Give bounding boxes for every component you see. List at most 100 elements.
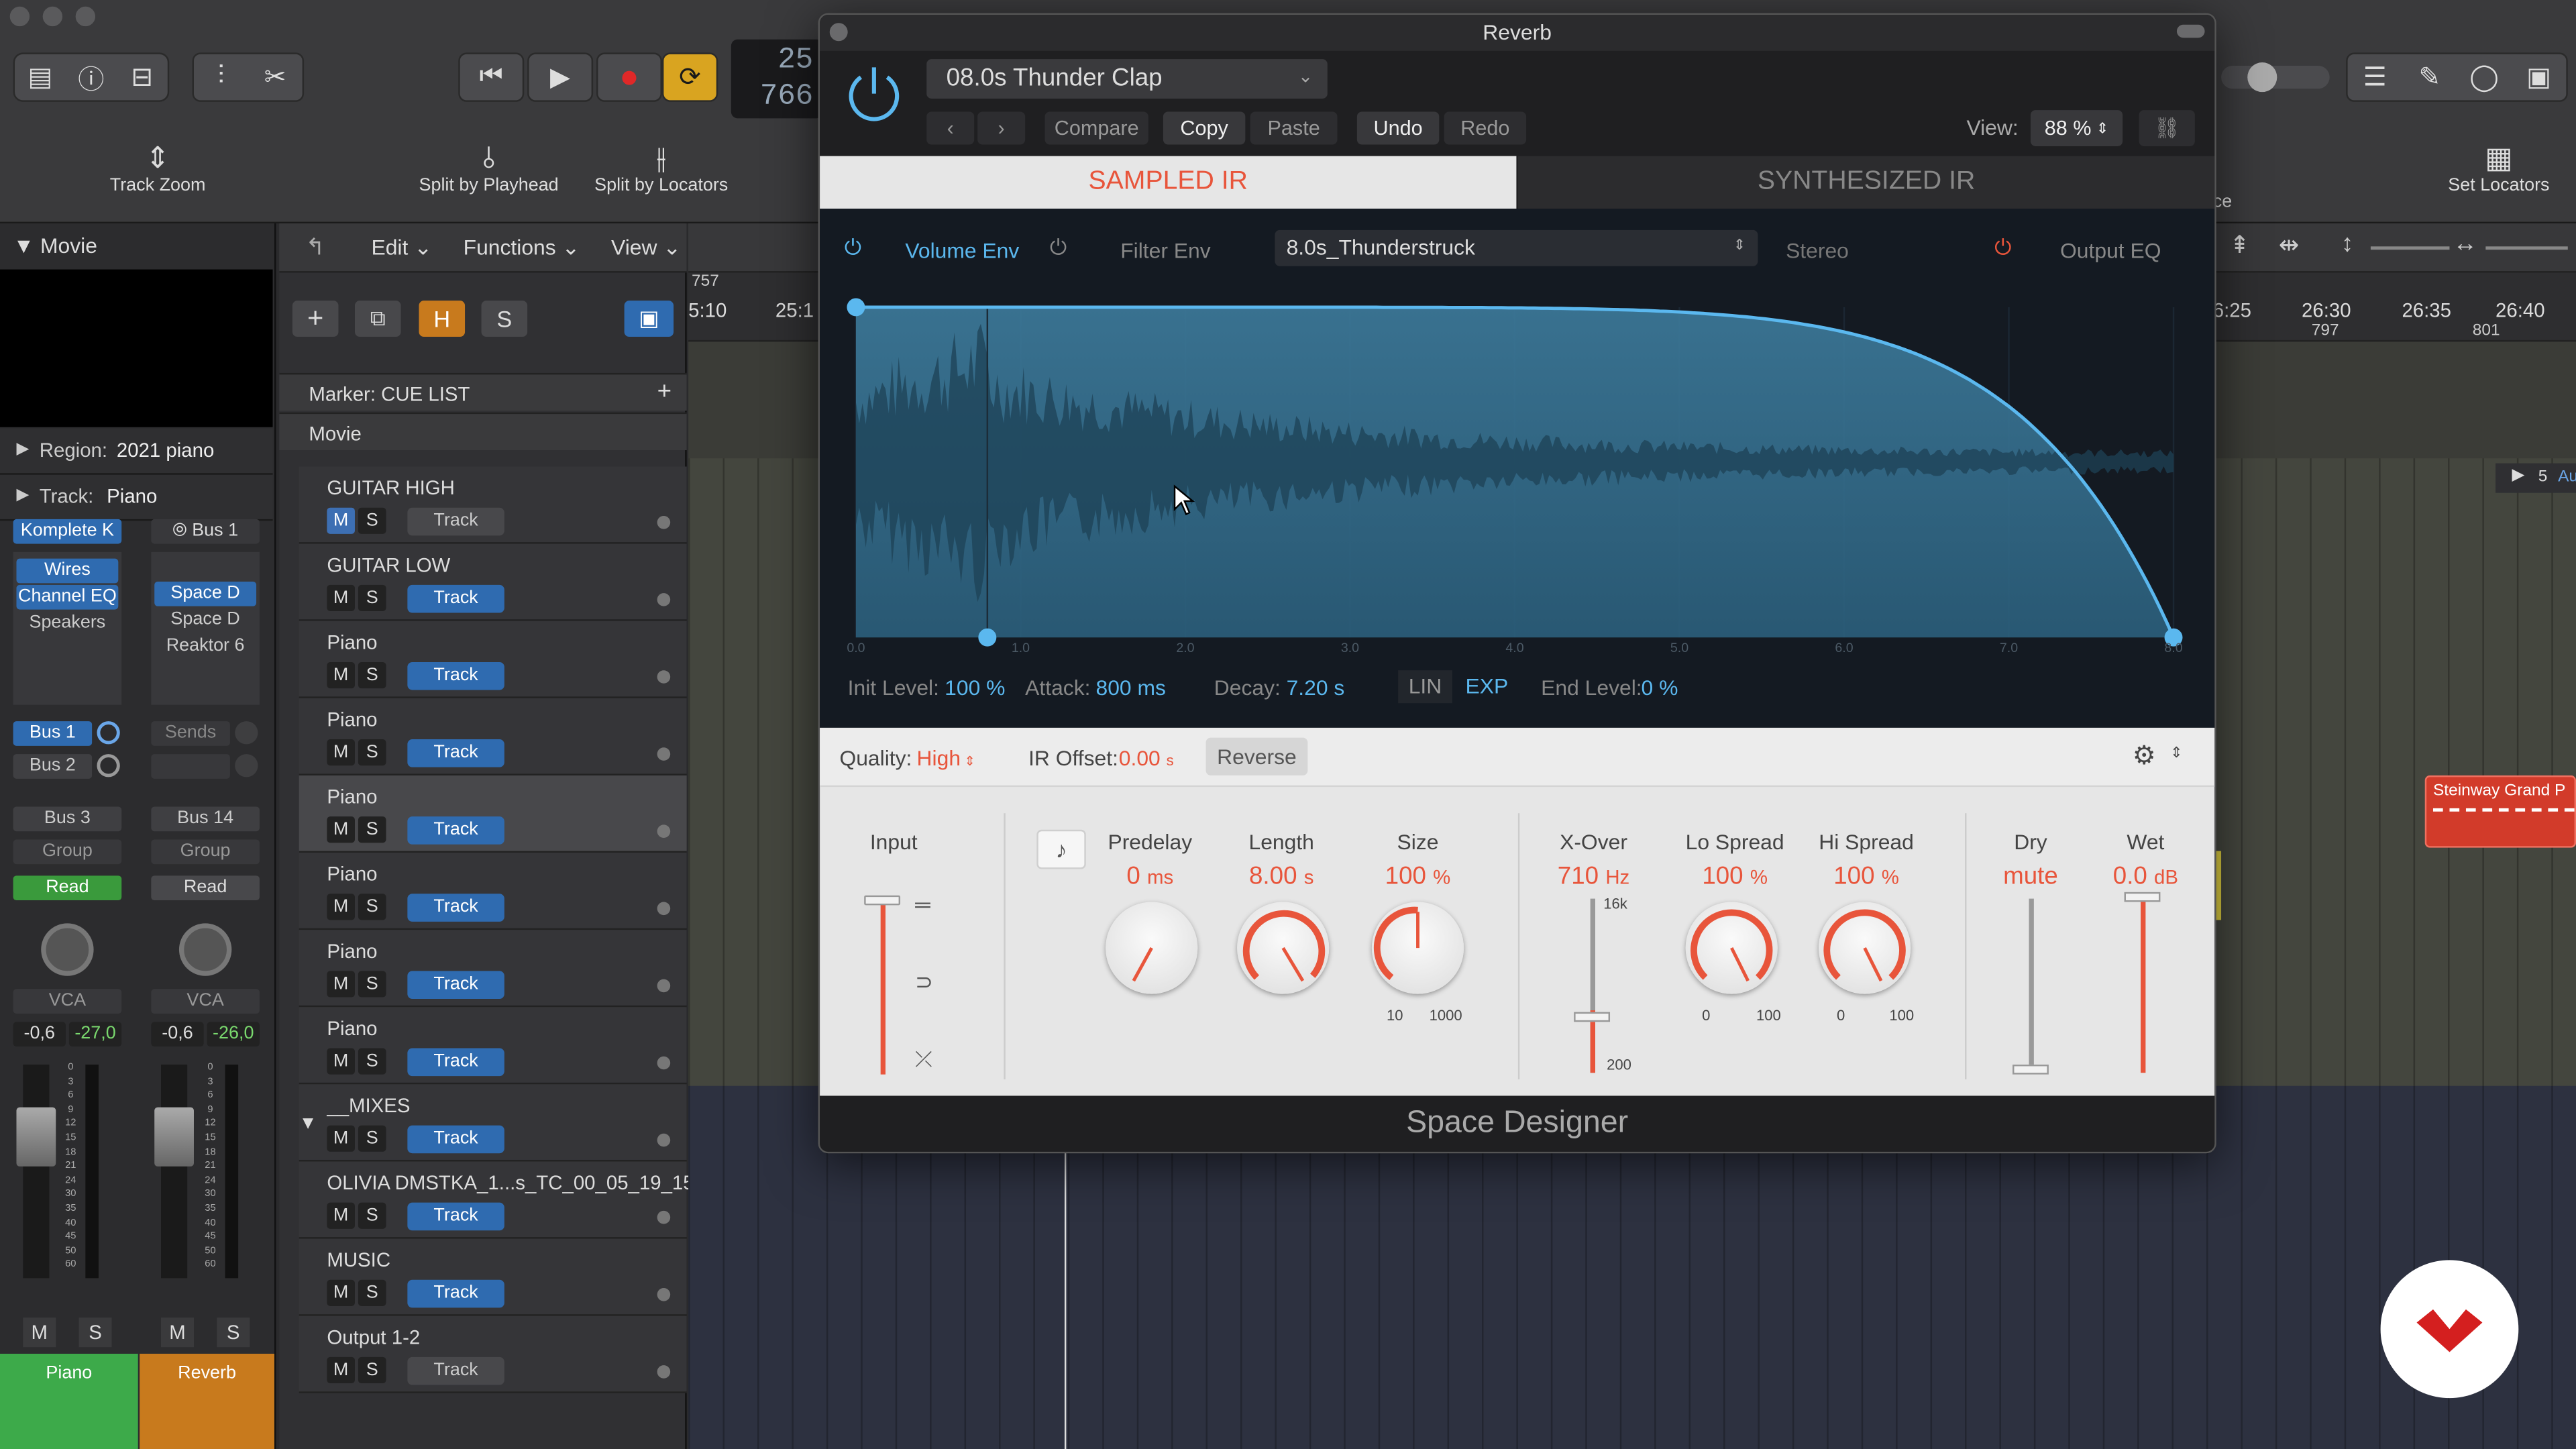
ir-offset-value[interactable]: 0.00 s <box>1119 746 1174 771</box>
track-row[interactable]: MUSIC M S Track <box>299 1238 687 1316</box>
track-button[interactable]: Track <box>407 816 504 845</box>
track-row[interactable]: GUITAR HIGH M S Track <box>299 466 687 544</box>
channel-name-piano[interactable]: Piano <box>0 1353 138 1449</box>
link-button[interactable]: ⛓ <box>2139 110 2195 146</box>
solo-button-piano[interactable]: S <box>78 1318 112 1348</box>
playhead[interactable] <box>1064 1150 1067 1449</box>
size-knob[interactable] <box>1371 902 1464 994</box>
movie-section-header[interactable]: ▼ Movie <box>13 233 97 258</box>
sends-slot[interactable]: Sends <box>151 721 230 746</box>
insert-slot-1[interactable]: Space D <box>154 581 257 606</box>
vertical-zoom-slider[interactable] <box>2370 246 2450 250</box>
track-button[interactable]: Track <box>407 1356 504 1385</box>
predelay-knob[interactable] <box>1106 902 1198 994</box>
init-level-value[interactable]: 100 % <box>945 676 1005 700</box>
track-button[interactable]: Track <box>407 1279 504 1308</box>
mute-button[interactable]: M <box>327 894 355 920</box>
insert-slot-3[interactable]: Speakers <box>16 611 118 636</box>
record-enable-indicator[interactable] <box>657 1288 671 1301</box>
record-enable-indicator[interactable] <box>657 515 671 529</box>
group-slot[interactable]: Group <box>13 839 122 865</box>
region-inspector-header[interactable]: ▶ Region: 2021 piano <box>0 429 273 475</box>
solo-button[interactable]: S <box>358 507 386 534</box>
view-menu[interactable]: View ⌄ <box>611 235 681 261</box>
duplicate-track-icon[interactable]: ⧉ <box>354 301 401 337</box>
channel-name-reverb[interactable]: Reverb <box>140 1353 274 1449</box>
track-button[interactable]: Track <box>407 1125 504 1154</box>
record-enable-indicator[interactable] <box>657 593 671 606</box>
solo-button[interactable]: S <box>358 1356 386 1384</box>
track-inspector-header[interactable]: ▶ Track: Piano <box>0 474 273 521</box>
record-enable-indicator[interactable] <box>657 979 671 993</box>
master-volume-slider[interactable] <box>2221 62 2330 93</box>
record-enable-indicator[interactable] <box>657 902 671 916</box>
mute-button[interactable]: M <box>327 1202 355 1229</box>
wet-slider-thumb[interactable] <box>2124 892 2161 902</box>
split-by-locators-tool[interactable]: ⫲ Split by Locators <box>583 142 739 196</box>
hi-spread-knob[interactable] <box>1819 902 1911 994</box>
track-row[interactable]: Piano M S Track <box>299 621 687 698</box>
record-button[interactable]: ● <box>596 52 662 102</box>
reverse-button[interactable]: Reverse <box>1205 737 1308 775</box>
stereo-mode[interactable]: Stereo <box>1786 238 1849 263</box>
vca-slot[interactable]: VCA <box>13 989 122 1014</box>
solo-button-reverb[interactable]: S <box>217 1318 250 1348</box>
record-enable-indicator[interactable] <box>657 1056 671 1070</box>
vertical-zoom-icon[interactable]: ↕ <box>2341 230 2353 258</box>
solo-button[interactable]: S <box>358 661 386 689</box>
folder-disclosure-icon[interactable]: ▼ <box>299 1114 317 1133</box>
output-eq-tab[interactable]: Output EQ <box>2060 238 2161 263</box>
track-row[interactable]: Piano M S Track <box>299 930 687 1008</box>
functions-menu[interactable]: Functions ⌄ <box>464 235 580 261</box>
next-preset-button[interactable]: › <box>977 111 1026 145</box>
solo-button[interactable]: S <box>481 301 528 337</box>
mute-button[interactable]: M <box>327 1356 355 1384</box>
note-sync-button[interactable]: ♪ <box>1036 829 1086 869</box>
catch-playhead-icon[interactable]: ▣ <box>624 301 674 337</box>
solo-button[interactable]: S <box>358 1279 386 1306</box>
output-slot[interactable]: Bus 14 <box>151 806 260 832</box>
vertical-fit-icon[interactable]: ⇞ <box>2229 230 2250 260</box>
length-knob[interactable] <box>1237 902 1330 994</box>
volume-env-power-icon[interactable]: ⏻ <box>845 235 861 261</box>
scissors-icon[interactable]: ✂ <box>248 61 303 94</box>
split-by-playhead-tool[interactable]: ⫰ Split by Playhead <box>411 142 567 196</box>
toolbar-toggle-icon[interactable]: ⊟ <box>117 61 168 94</box>
lo-spread-knob[interactable] <box>1685 902 1778 994</box>
track-row[interactable]: Piano M S Track <box>299 853 687 930</box>
sum-mode-icon[interactable]: ⊃ <box>915 969 933 996</box>
set-locators-tool[interactable]: ▦ Set Locators <box>2432 142 2567 196</box>
record-enable-indicator[interactable] <box>657 1210 671 1224</box>
record-enable-indicator[interactable] <box>657 824 671 838</box>
send-knob-empty-2[interactable] <box>235 754 258 777</box>
browser-icon[interactable]: ▣ <box>2512 61 2566 94</box>
mute-button[interactable]: M <box>327 739 355 766</box>
stereo-mode-icon[interactable]: ═ <box>915 892 930 917</box>
volume-env-tab[interactable]: Volume Env <box>905 238 1019 263</box>
paste-button[interactable]: Paste <box>1250 111 1338 145</box>
input-slot[interactable]: ⦾ Bus 1 <box>151 519 260 544</box>
pan-knob[interactable] <box>178 923 232 976</box>
track-row[interactable]: __MIXES M S Track <box>299 1084 687 1162</box>
mute-button[interactable]: M <box>327 971 355 998</box>
horizontal-zoom-slider[interactable] <box>2485 246 2568 250</box>
mute-button-reverb[interactable]: M <box>161 1318 194 1348</box>
track-button[interactable]: Track <box>407 1202 504 1231</box>
loop-browser-icon[interactable]: ◯ <box>2457 61 2511 94</box>
collapse-plugin-button[interactable] <box>2176 24 2205 38</box>
mute-button[interactable]: M <box>327 584 355 612</box>
notepad-icon[interactable]: ✎ <box>2402 61 2457 94</box>
track-row[interactable]: OLIVIA DMSTKA_1...s_TC_00_05_19_15 M S Trac… <box>299 1161 694 1239</box>
group-slot[interactable]: Group <box>151 839 260 865</box>
send-slot-1[interactable]: Bus 1 <box>13 721 93 746</box>
filter-env-power-icon[interactable]: ⏻ <box>1050 235 1067 261</box>
updown-icon[interactable]: ⇕ <box>2170 744 2182 762</box>
master-volume-thumb[interactable] <box>2247 62 2277 93</box>
minimize-window-button[interactable] <box>42 6 63 27</box>
pan-knob[interactable] <box>41 923 94 976</box>
insert-slot-1[interactable]: Wires <box>16 558 119 584</box>
record-enable-indicator[interactable] <box>657 1365 671 1379</box>
mute-button[interactable]: M <box>327 661 355 689</box>
mute-button[interactable]: M <box>327 1125 355 1152</box>
ir-file-menu[interactable]: 8.0s_Thunderstruck ⇕ <box>1275 229 1758 266</box>
